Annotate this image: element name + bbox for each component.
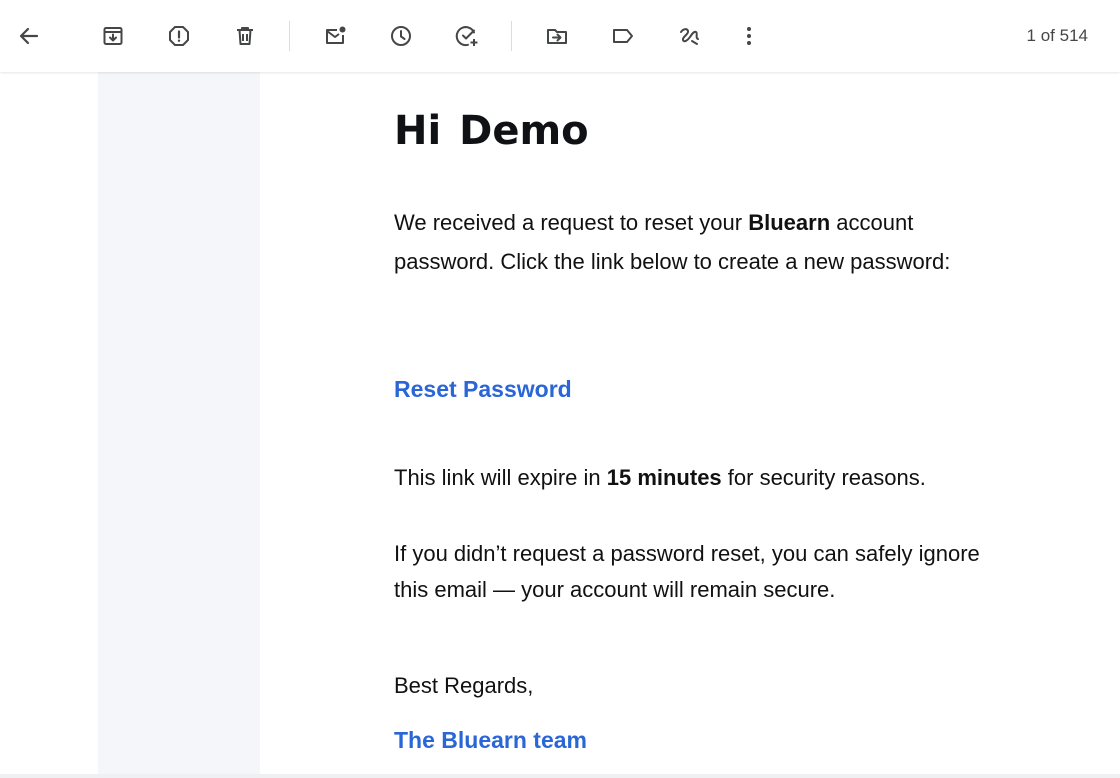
pagination-count: 1 of 514 <box>1026 26 1088 45</box>
mark-unread-icon <box>326 26 346 44</box>
expiry-duration: 15 minutes <box>606 465 722 490</box>
add-task-icon <box>455 26 478 47</box>
integrations-button[interactable] <box>669 16 709 56</box>
reset-password-link[interactable]: Reset Password <box>394 376 572 403</box>
email-body-area <box>0 72 1120 774</box>
email-greeting: Hi Demo <box>394 108 589 154</box>
archive-icon <box>103 27 123 45</box>
mark-unread-button[interactable] <box>315 16 355 56</box>
snooze-icon <box>391 26 411 46</box>
more-options-button[interactable] <box>729 16 769 56</box>
email-intro-paragraph: We received a request to reset your Blue… <box>394 203 994 281</box>
email-signoff: Best Regards, <box>394 673 534 698</box>
report-spam-icon <box>169 26 189 46</box>
intro-text-start: We received a request to reset your <box>394 210 749 235</box>
archive-button[interactable] <box>93 16 133 56</box>
bottom-border <box>0 774 1120 778</box>
apps-integration-icon <box>680 28 699 45</box>
brand-name: Bluearn <box>748 210 831 235</box>
label-button[interactable] <box>603 16 643 56</box>
delete-button[interactable] <box>225 16 265 56</box>
ignore-notice-paragraph: If you didn’t request a password reset, … <box>394 541 980 602</box>
add-to-tasks-button[interactable] <box>447 16 487 56</box>
back-button[interactable] <box>9 16 49 56</box>
delete-icon <box>237 27 253 45</box>
email-toolbar: 1 of 514 <box>0 0 1120 72</box>
expiry-text-start: This link will expire in <box>394 465 607 490</box>
report-spam-button[interactable] <box>159 16 199 56</box>
toolbar-divider <box>289 21 290 51</box>
more-options-icon <box>747 27 751 45</box>
move-to-button[interactable] <box>537 16 577 56</box>
move-to-icon <box>547 29 567 44</box>
expiry-paragraph: This link will expire in 15 minutes for … <box>394 458 1014 497</box>
expiry-text-end: for security reasons. <box>721 465 926 490</box>
snooze-button[interactable] <box>381 16 421 56</box>
label-icon <box>613 29 633 43</box>
toolbar-divider <box>511 21 512 51</box>
email-signature-team: The Bluearn team <box>394 727 587 753</box>
email-left-gutter <box>98 72 260 774</box>
back-arrow-icon <box>19 27 39 45</box>
